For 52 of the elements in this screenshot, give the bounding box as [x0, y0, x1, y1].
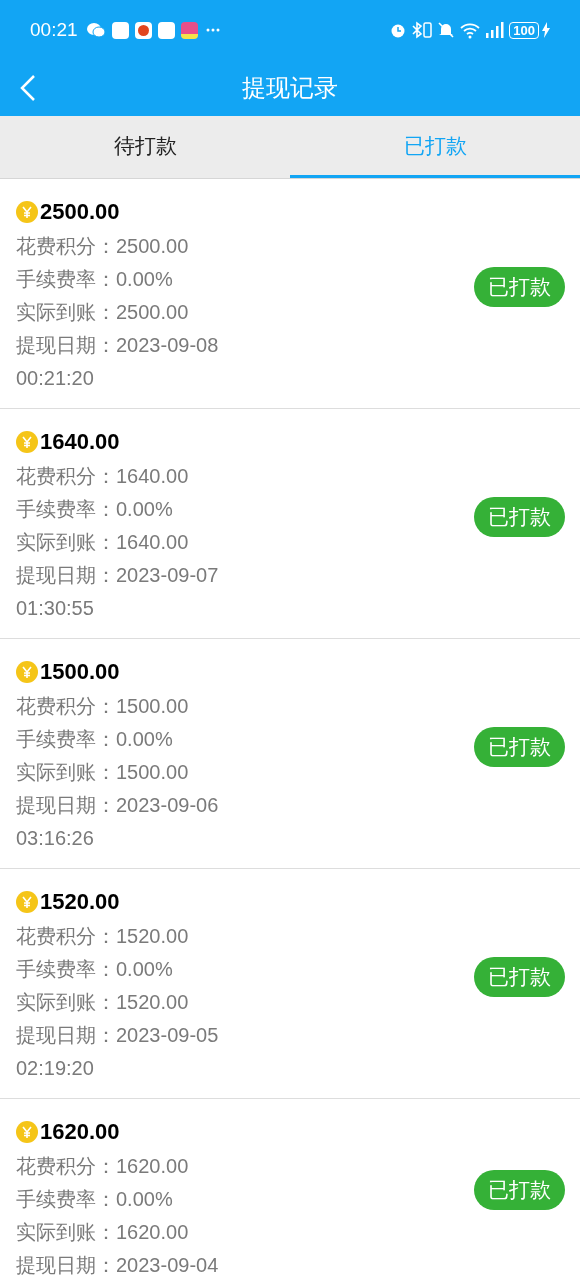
amount: 1620.00	[40, 1118, 120, 1146]
record-field: 手续费率：0.00%	[16, 493, 266, 526]
app-notification-icon	[134, 21, 152, 39]
record-field: 提现日期：2023-09-07 01:30:55	[16, 559, 266, 625]
record-field: 手续费率：0.00%	[16, 263, 266, 296]
app-notification-icon	[111, 21, 129, 39]
bluetooth-icon	[411, 21, 424, 39]
record-field: 实际到账：1500.00	[16, 756, 266, 789]
record-field: 手续费率：0.00%	[16, 1183, 266, 1216]
back-icon	[20, 74, 36, 102]
vibrate-icon	[423, 22, 433, 38]
record-field: 花费积分：1500.00	[16, 690, 266, 723]
app-notification-icon	[157, 21, 175, 39]
record-field: 花费积分：1640.00	[16, 460, 266, 493]
yen-coin-icon	[16, 1121, 38, 1143]
signal-icon	[484, 21, 505, 39]
amount: 2500.00	[40, 198, 120, 226]
wifi-icon	[459, 21, 482, 39]
record-field: 提现日期：2023-09-05 02:19:20	[16, 1019, 266, 1085]
record-field: 花费积分：1520.00	[16, 920, 266, 953]
app-notification-icon	[180, 21, 198, 39]
record-field: 提现日期：2023-09-08 00:21:20	[16, 329, 266, 395]
status-tag: 已打款	[474, 496, 565, 537]
yen-coin-icon	[16, 431, 38, 453]
battery-indicator: 100	[509, 21, 539, 39]
amount: 1640.00	[40, 428, 120, 456]
charging-icon	[542, 22, 550, 38]
record-field: 花费积分：2500.00	[16, 230, 266, 263]
tab[interactable]: 待打款	[0, 116, 290, 178]
yen-coin-icon	[16, 661, 38, 683]
yen-coin-icon	[16, 201, 38, 223]
amount: 1520.00	[40, 888, 120, 916]
page-title: 提现记录	[241, 73, 339, 103]
status-time: 00:21	[30, 17, 78, 42]
record-field: 花费积分：1620.00	[16, 1150, 266, 1183]
record-field: 实际到账：1520.00	[16, 986, 266, 1019]
amount: 1500.00	[40, 658, 120, 686]
status-tag: 已打款	[474, 266, 565, 307]
more-icon	[205, 28, 220, 32]
yen-coin-icon	[16, 891, 38, 913]
status-tag: 已打款	[474, 956, 565, 997]
status-tag: 已打款	[474, 726, 565, 767]
record-field: 手续费率：0.00%	[16, 953, 266, 986]
record-field: 实际到账：2500.00	[16, 296, 266, 329]
record-field: 实际到账：1620.00	[16, 1216, 266, 1249]
record-field: 实际到账：1640.00	[16, 526, 266, 559]
mute-icon	[437, 21, 456, 39]
record-field: 手续费率：0.00%	[16, 723, 266, 756]
record-field: 提现日期：2023-09-04	[16, 1249, 266, 1279]
chat-icon	[85, 22, 106, 38]
record-field: 提现日期：2023-09-06 03:16:26	[16, 789, 266, 855]
status-tag: 已打款	[474, 1170, 565, 1210]
